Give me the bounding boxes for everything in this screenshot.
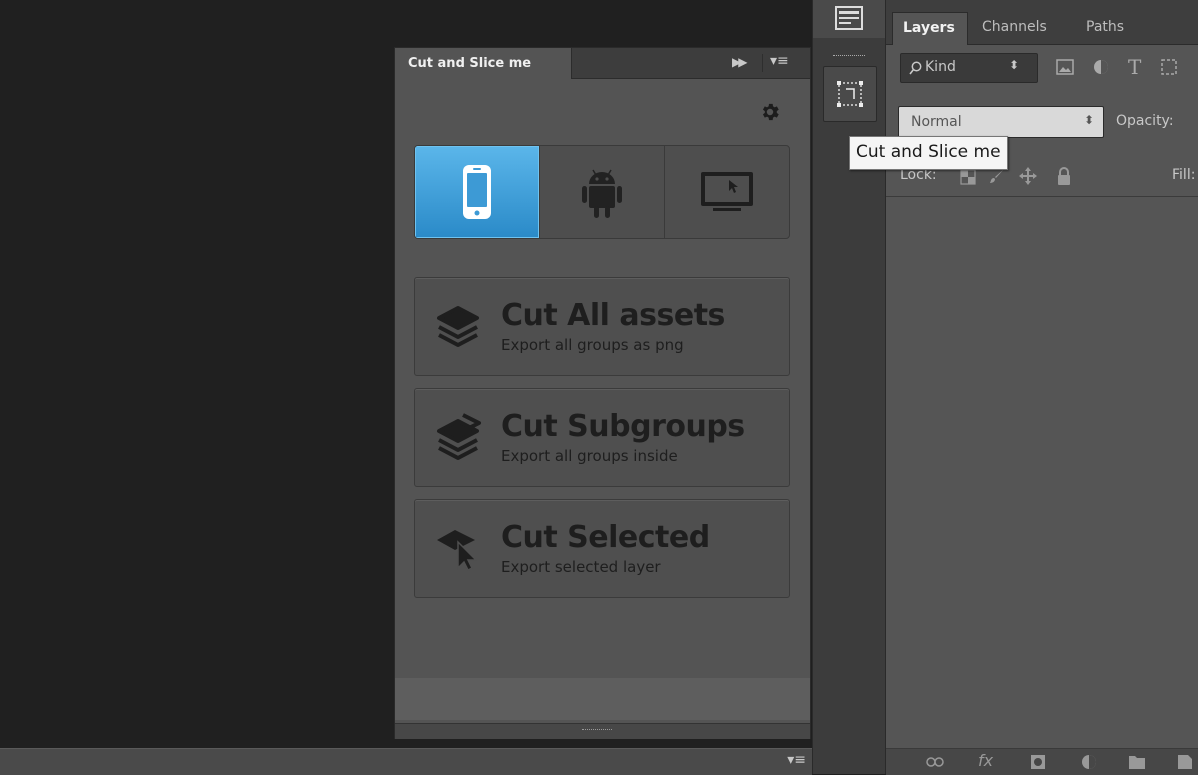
iphone-icon [463, 165, 491, 219]
panel-footer [395, 678, 810, 720]
lock-all-icon[interactable] [1056, 166, 1072, 186]
layers-panel: Layers Channels Paths Kind ⬍ T Normal ⬍ … [886, 0, 1198, 775]
cut-selected-subtitle: Export selected layer [501, 558, 661, 576]
cut-subgroups-button[interactable]: Cut Subgroups Export all groups inside [414, 388, 790, 487]
link-icon[interactable] [926, 756, 944, 768]
opacity-label: Opacity: [1116, 113, 1174, 129]
cut-selected-button[interactable]: Cut Selected Export selected layer [414, 499, 790, 598]
cut-all-assets-subtitle: Export all groups as png [501, 336, 684, 354]
folder-icon[interactable] [1128, 754, 1146, 770]
bottom-panel-menu-icon[interactable]: ▾≡ [787, 752, 806, 768]
filter-kind-label: Kind [925, 59, 956, 75]
device-desktop-button[interactable] [664, 146, 789, 238]
mask-icon[interactable] [1030, 754, 1046, 770]
layer-filter-row: Kind ⬍ T [896, 53, 1198, 83]
new-layer-icon[interactable] [1176, 753, 1194, 771]
tab-paths-label: Paths [1086, 19, 1125, 35]
layers-fanned-icon [437, 413, 481, 460]
device-android-button[interactable] [539, 146, 664, 238]
lock-position-move-icon[interactable] [1018, 166, 1038, 186]
tab-channels-label: Channels [982, 19, 1047, 35]
device-ios-button[interactable] [415, 146, 539, 238]
tab-layers[interactable]: Layers [892, 12, 968, 45]
panel-tab-bar: Cut and Slice me ▶▶ ▾≡ [395, 48, 810, 79]
panel-resize-handle[interactable] [395, 723, 810, 739]
bottom-panel-bar: ▾≡ [0, 748, 812, 775]
dock-top-button[interactable] [813, 0, 885, 38]
filter-kind-select[interactable]: Kind ⬍ [900, 53, 1038, 83]
layer-cursor-icon [437, 530, 478, 572]
collapse-panel-icon[interactable]: ▶▶ [732, 55, 748, 69]
blend-mode-select[interactable]: Normal ⬍ [898, 106, 1104, 138]
panel-menu-icon[interactable]: ▾≡ [770, 53, 789, 69]
pixel-filter-icon[interactable] [1056, 59, 1074, 75]
tab-paths[interactable]: Paths [1076, 12, 1136, 44]
panel-layout-icon [835, 6, 863, 30]
cut-and-slice-panel: Cut and Slice me ▶▶ ▾≡ Cut All assets Ex… [395, 48, 810, 739]
tab-cut-and-slice-me[interactable]: Cut and Slice me [395, 48, 572, 79]
adjustment-icon[interactable] [1080, 753, 1098, 771]
gear-icon[interactable] [759, 101, 781, 123]
adjustment-filter-icon[interactable] [1092, 58, 1110, 76]
cut-subgroups-subtitle: Export all groups inside [501, 447, 678, 465]
desktop-monitor-icon [701, 172, 753, 211]
search-icon [909, 61, 922, 75]
shape-filter-icon[interactable] [1160, 58, 1178, 76]
cut-all-assets-title: Cut All assets [501, 298, 725, 333]
cut-selected-title: Cut Selected [501, 520, 710, 555]
type-filter-icon[interactable]: T [1128, 55, 1141, 79]
panel-tab-label: Cut and Slice me [408, 56, 532, 71]
device-selector [414, 145, 790, 239]
cut-and-slice-dock-button[interactable] [823, 66, 877, 122]
layers-bottom-toolbar: fx [886, 748, 1198, 775]
fx-icon[interactable]: fx [978, 751, 993, 770]
blend-row: Normal ⬍ Opacity: [896, 106, 1198, 138]
blend-mode-value: Normal [911, 114, 962, 130]
layers-divider [886, 196, 1198, 197]
select-arrows-icon: ⬍ [1009, 58, 1020, 72]
select-arrows-icon: ⬍ [1084, 113, 1095, 127]
fill-label: Fill: [1172, 167, 1196, 183]
layers-tab-bar: Layers Channels Paths [886, 0, 1198, 45]
slice-tool-icon [837, 81, 863, 107]
tab-channels[interactable]: Channels [972, 12, 1062, 44]
dock-grip [833, 55, 865, 58]
layers-stack-icon [437, 306, 479, 347]
tab-layers-label: Layers [903, 20, 955, 36]
cut-subgroups-title: Cut Subgroups [501, 409, 745, 444]
cut-all-assets-button[interactable]: Cut All assets Export all groups as png [414, 277, 790, 376]
panel-dock-strip [812, 0, 886, 774]
panel-divider [762, 54, 763, 72]
tooltip: Cut and Slice me [849, 136, 1008, 170]
android-icon [582, 169, 622, 218]
lock-transparency-icon[interactable] [960, 169, 976, 185]
resize-grip-icon [582, 729, 612, 733]
